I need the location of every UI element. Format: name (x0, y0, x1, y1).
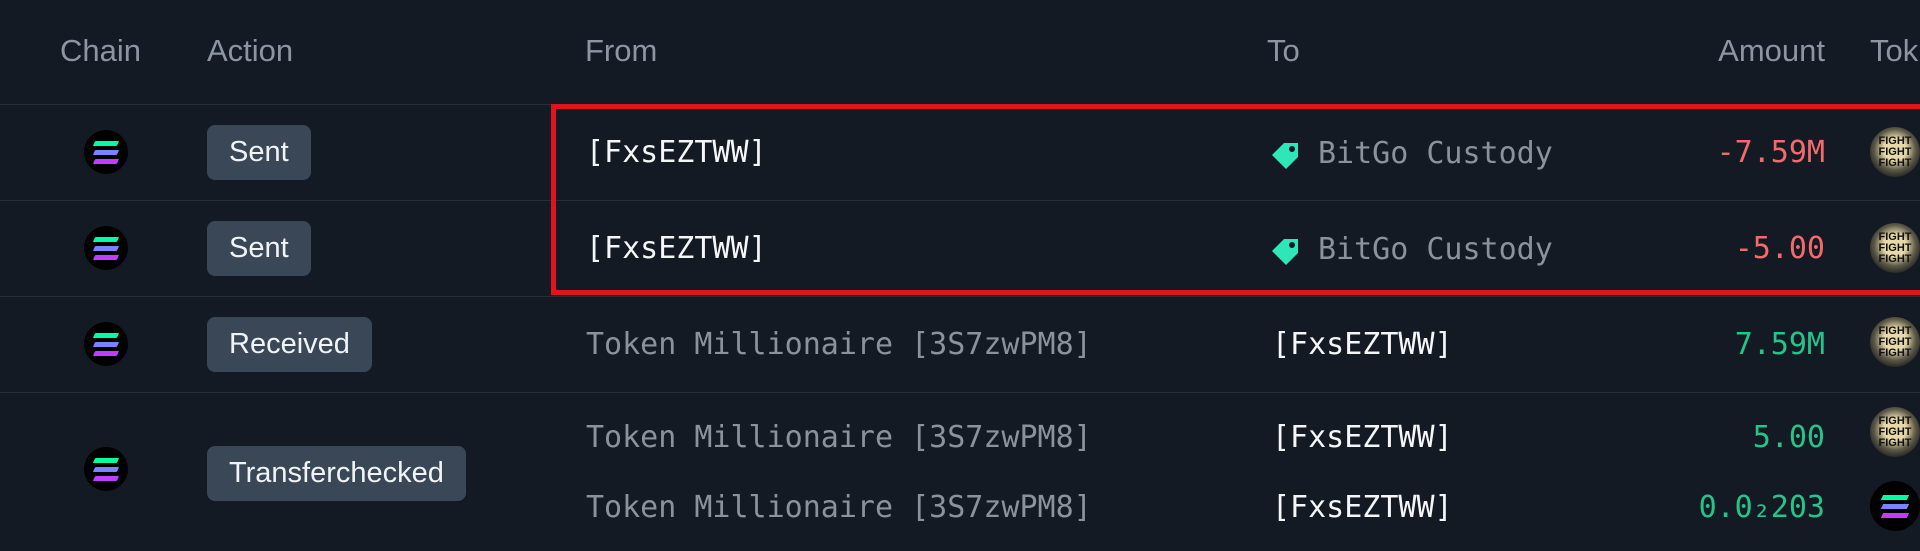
amount-value: 5.00 (1752, 420, 1825, 455)
table-header: Chain Action From To Amount Tok (0, 0, 1920, 105)
from-address-link[interactable]: [FxsEZTWW] (586, 231, 767, 266)
column-header-token: Tok (1870, 33, 1919, 68)
solana-icon (84, 322, 128, 366)
to-address-link[interactable]: [FxsEZTWW] (1272, 420, 1453, 455)
from-address-link[interactable]: [FxsEZTWW] (586, 135, 767, 170)
from-address-link[interactable]: Token Millionaire [3S7zwPM8] (586, 327, 1092, 362)
fight-token-icon[interactable]: FIGHT FIGHT FIGHT (1870, 407, 1920, 457)
column-header-chain: Chain (60, 33, 141, 68)
column-header-amount: Amount (1718, 33, 1825, 68)
amount-value: -7.59M (1716, 135, 1825, 170)
action-badge: Sent (207, 221, 311, 276)
from-address-link[interactable]: Token Millionaire [3S7zwPM8] (586, 420, 1092, 455)
to-address-link[interactable]: BitGo Custody (1270, 136, 1553, 171)
solana-token-icon[interactable] (1870, 481, 1920, 531)
column-header-action: Action (207, 33, 294, 68)
to-label: BitGo Custody (1318, 232, 1553, 267)
action-badge: Received (207, 317, 372, 372)
to-address-link[interactable]: BitGo Custody (1270, 232, 1553, 267)
tag-icon (1272, 142, 1298, 169)
amount-value: 7.59M (1734, 327, 1825, 362)
to-label: BitGo Custody (1318, 136, 1553, 171)
table-row[interactable]: Received Token Millionaire [3S7zwPM8] [F… (0, 297, 1920, 393)
fight-token-icon[interactable]: FIGHT FIGHT FIGHT (1870, 223, 1920, 273)
table-row[interactable]: Transferchecked Token Millionaire [3S7zw… (0, 393, 1920, 551)
tag-icon (1272, 238, 1298, 265)
action-badge: Sent (207, 125, 311, 180)
amount-value: -5.00 (1734, 231, 1825, 266)
fight-token-icon[interactable]: FIGHT FIGHT FIGHT (1870, 317, 1920, 367)
solana-icon (84, 226, 128, 270)
solana-icon (84, 447, 128, 491)
to-address-link[interactable]: [FxsEZTWW] (1272, 327, 1453, 362)
column-header-to: To (1267, 33, 1300, 68)
column-header-from: From (585, 33, 658, 68)
fight-token-icon[interactable]: FIGHT FIGHT FIGHT (1870, 127, 1920, 177)
amount-value: 0.0₂203 (1698, 490, 1825, 525)
table-row[interactable]: Sent [FxsEZTWW] BitGo Custody -5.00 FIGH… (0, 201, 1920, 297)
from-address-link[interactable]: Token Millionaire [3S7zwPM8] (586, 490, 1092, 525)
table-row[interactable]: Sent [FxsEZTWW] BitGo Custody -7.59M FIG… (0, 105, 1920, 201)
action-badge: Transferchecked (207, 446, 466, 501)
to-address-link[interactable]: [FxsEZTWW] (1272, 490, 1453, 525)
solana-icon (84, 130, 128, 174)
